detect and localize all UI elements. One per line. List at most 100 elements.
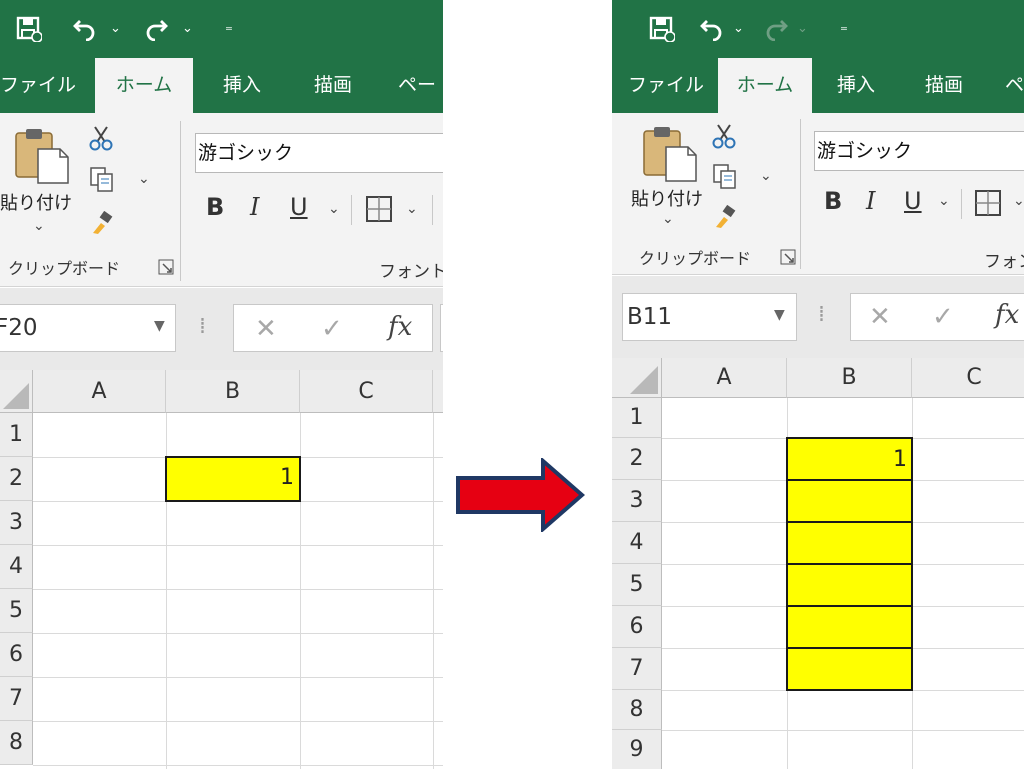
borders-dropdown-icon[interactable]: ⌄ bbox=[1013, 193, 1024, 209]
insert-function-icon[interactable]: fx bbox=[388, 312, 412, 342]
customize-quick-access-icon[interactable]: ₌ bbox=[225, 19, 233, 34]
underline-button[interactable]: U bbox=[904, 187, 922, 215]
group-separator bbox=[180, 121, 181, 281]
enter-icon[interactable]: ✓ bbox=[932, 302, 954, 332]
cell-b3[interactable] bbox=[786, 479, 913, 523]
row-header-4[interactable]: 4 bbox=[612, 522, 662, 564]
column-header-d[interactable] bbox=[433, 370, 443, 413]
cell-b2-value: 1 bbox=[280, 465, 294, 490]
column-header-a[interactable]: A bbox=[662, 358, 787, 398]
cut-icon[interactable] bbox=[712, 123, 736, 153]
dialog-launcher-icon[interactable] bbox=[158, 259, 174, 279]
tab-insert[interactable]: 挿入 bbox=[826, 58, 886, 113]
borders-dropdown-icon[interactable]: ⌄ bbox=[406, 201, 418, 217]
paste-button[interactable]: 貼り付け bbox=[631, 185, 703, 211]
paste-dropdown-icon[interactable]: ⌄ bbox=[662, 211, 674, 227]
font-name-field[interactable]: 游ゴシック bbox=[814, 131, 1024, 171]
paste-button[interactable]: 貼り付け bbox=[0, 189, 72, 215]
row-header-4[interactable]: 4 bbox=[0, 545, 33, 589]
copy-icon[interactable] bbox=[89, 166, 115, 198]
column-header-c[interactable]: C bbox=[912, 358, 1024, 398]
row-header-2[interactable]: 2 bbox=[0, 457, 33, 501]
tab-draw[interactable]: 描画 bbox=[914, 58, 974, 113]
row-header-5[interactable]: 5 bbox=[612, 564, 662, 606]
name-box[interactable]: B11 bbox=[622, 293, 797, 341]
dialog-launcher-icon[interactable] bbox=[780, 249, 796, 269]
format-painter-icon[interactable] bbox=[89, 210, 115, 239]
name-box-dropdown-icon[interactable]: ▼ bbox=[154, 318, 165, 334]
column-header-c[interactable]: C bbox=[300, 370, 433, 413]
underline-dropdown-icon[interactable]: ⌄ bbox=[328, 201, 340, 217]
cut-icon[interactable] bbox=[89, 125, 113, 155]
enter-icon[interactable]: ✓ bbox=[321, 314, 343, 344]
column-header-a[interactable]: A bbox=[33, 370, 166, 413]
row-header-9[interactable]: 9 bbox=[612, 730, 662, 769]
worksheet-grid[interactable]: A B C 1 2 3 4 5 6 7 8 9 1 bbox=[612, 358, 1024, 769]
copy-dropdown-icon[interactable]: ⌄ bbox=[760, 168, 772, 184]
cell-b7[interactable] bbox=[786, 647, 913, 691]
row-header-7[interactable]: 7 bbox=[612, 648, 662, 690]
row-header-3[interactable]: 3 bbox=[612, 480, 662, 522]
copy-dropdown-icon[interactable]: ⌄ bbox=[138, 171, 150, 187]
redo-dropdown-icon[interactable]: ⌄ bbox=[182, 22, 193, 35]
cell-b6[interactable] bbox=[786, 605, 913, 649]
undo-icon[interactable] bbox=[699, 15, 725, 45]
tab-page-layout[interactable]: ペ bbox=[1005, 58, 1024, 113]
cell-b5[interactable] bbox=[786, 563, 913, 607]
italic-button[interactable]: I bbox=[866, 187, 875, 215]
column-header-b[interactable]: B bbox=[787, 358, 912, 398]
tab-page-layout[interactable]: ペー bbox=[398, 58, 443, 113]
underline-button[interactable]: U bbox=[290, 193, 308, 221]
format-painter-icon[interactable] bbox=[712, 204, 738, 233]
paste-icon[interactable] bbox=[640, 125, 700, 187]
copy-icon[interactable] bbox=[712, 163, 738, 195]
formula-bar-splitter[interactable]: ⁞ bbox=[818, 302, 825, 327]
undo-dropdown-icon[interactable]: ⌄ bbox=[733, 22, 744, 35]
tab-file[interactable]: ファイル bbox=[0, 58, 76, 113]
row-header-1[interactable]: 1 bbox=[612, 398, 662, 438]
save-icon[interactable] bbox=[649, 16, 676, 46]
formula-input[interactable] bbox=[440, 304, 443, 352]
bold-button[interactable]: B bbox=[206, 193, 224, 221]
tab-draw[interactable]: 描画 bbox=[303, 58, 363, 113]
italic-button[interactable]: I bbox=[250, 193, 259, 221]
borders-icon[interactable] bbox=[365, 195, 393, 227]
undo-dropdown-icon[interactable]: ⌄ bbox=[110, 22, 121, 35]
row-header-2[interactable]: 2 bbox=[612, 438, 662, 480]
row-header-8[interactable]: 8 bbox=[0, 721, 33, 765]
formula-bar-splitter[interactable]: ⁞ bbox=[199, 314, 206, 339]
save-icon[interactable] bbox=[16, 16, 43, 46]
worksheet-grid[interactable]: A B C 1 2 3 4 5 6 7 8 1 bbox=[0, 370, 443, 769]
tab-insert[interactable]: 挿入 bbox=[212, 58, 272, 113]
clipboard-group-label: クリップボード bbox=[639, 249, 752, 268]
name-box-dropdown-icon[interactable]: ▼ bbox=[774, 307, 785, 323]
row-header-1[interactable]: 1 bbox=[0, 413, 33, 457]
paste-dropdown-icon[interactable]: ⌄ bbox=[33, 218, 45, 234]
row-header-7[interactable]: 7 bbox=[0, 677, 33, 721]
column-header-b[interactable]: B bbox=[166, 370, 300, 413]
name-box[interactable]: F20 bbox=[0, 304, 176, 352]
bold-button[interactable]: B bbox=[824, 187, 842, 215]
tab-home[interactable]: ホーム bbox=[718, 58, 812, 113]
insert-function-icon[interactable]: fx bbox=[995, 300, 1019, 330]
paste-icon[interactable] bbox=[12, 127, 72, 189]
cell-b4[interactable] bbox=[786, 521, 913, 565]
gridline bbox=[433, 413, 434, 769]
select-all-corner[interactable] bbox=[0, 370, 33, 413]
font-name-field[interactable]: 游ゴシック bbox=[195, 133, 443, 173]
redo-icon[interactable] bbox=[143, 15, 169, 45]
cancel-icon[interactable]: ✕ bbox=[869, 302, 891, 332]
undo-icon[interactable] bbox=[72, 15, 98, 45]
customize-quick-access-icon[interactable]: ₌ bbox=[840, 19, 848, 34]
tab-home[interactable]: ホーム bbox=[95, 58, 193, 113]
row-header-5[interactable]: 5 bbox=[0, 589, 33, 633]
row-header-6[interactable]: 6 bbox=[612, 606, 662, 648]
cancel-icon[interactable]: ✕ bbox=[255, 314, 277, 344]
row-header-6[interactable]: 6 bbox=[0, 633, 33, 677]
underline-dropdown-icon[interactable]: ⌄ bbox=[938, 193, 950, 209]
tab-file[interactable]: ファイル bbox=[626, 58, 706, 113]
select-all-corner[interactable] bbox=[612, 358, 662, 398]
row-header-3[interactable]: 3 bbox=[0, 501, 33, 545]
borders-icon[interactable] bbox=[974, 189, 1002, 221]
row-header-8[interactable]: 8 bbox=[612, 690, 662, 730]
